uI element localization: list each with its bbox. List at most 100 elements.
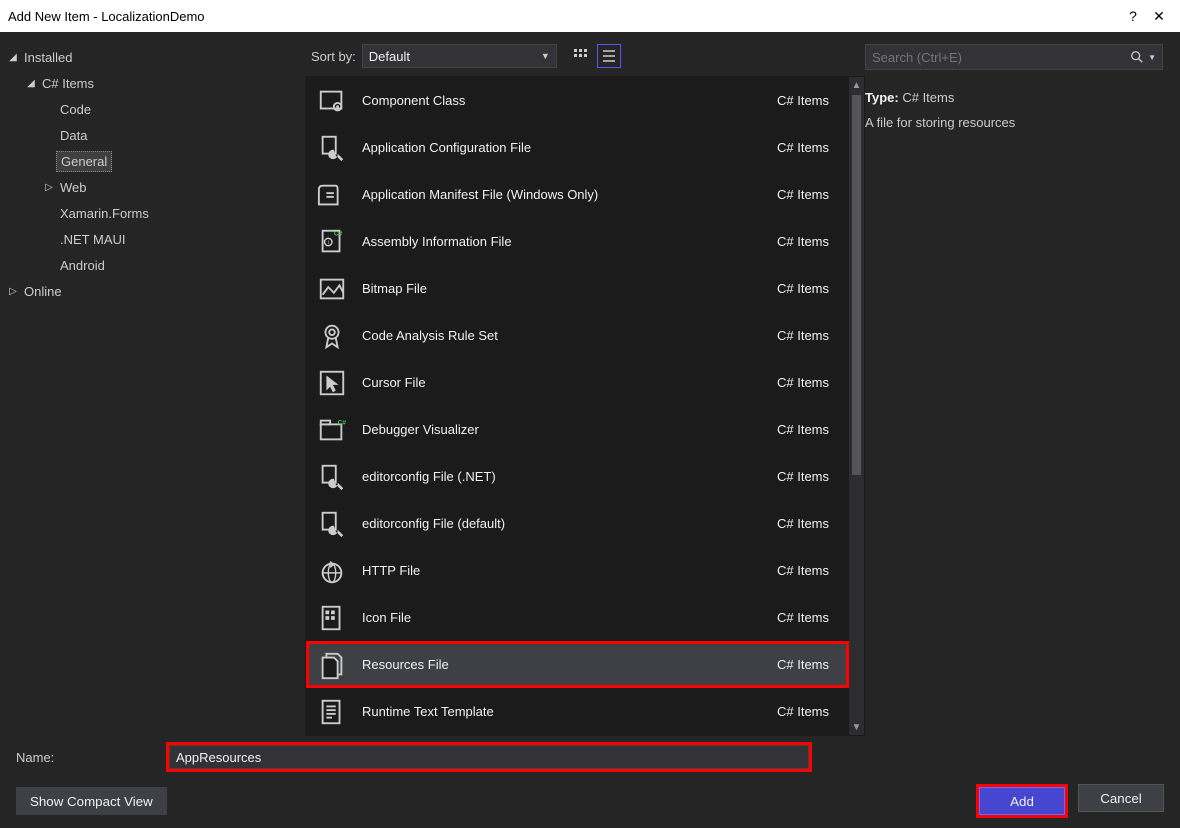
template-category: C# Items: [761, 610, 841, 625]
template-item[interactable]: editorconfig File (.NET) C# Items: [306, 453, 849, 500]
type-label: Type:: [865, 90, 899, 105]
template-name: Icon File: [362, 610, 749, 625]
template-item[interactable]: Cursor FileC# Items: [306, 359, 849, 406]
chevron-down-icon: ◢: [6, 52, 20, 63]
template-category: C# Items: [761, 469, 841, 484]
template-item[interactable]: Resources FileC# Items: [306, 641, 849, 688]
scroll-down-icon[interactable]: ▼: [849, 719, 864, 735]
template-item[interactable]: C# i Assembly Information File C# Items: [306, 218, 849, 265]
type-value: C# Items: [902, 90, 954, 105]
template-list[interactable]: Component Class C# Items Application Confi…: [306, 77, 849, 735]
template-item[interactable]: Runtime Text Template C# Items: [306, 688, 849, 735]
wrench-icon: [314, 506, 350, 542]
template-name: Bitmap File: [362, 281, 749, 296]
template-name: Assembly Information File: [362, 234, 749, 249]
template-item[interactable]: Application Configuration FileC# Items: [306, 124, 849, 171]
template-category: C# Items: [761, 328, 841, 343]
tree-item-label: C# Items: [38, 74, 98, 93]
template-item[interactable]: Bitmap File C# Items: [306, 265, 849, 312]
tree-item-label: Android: [56, 256, 109, 275]
scroll-up-icon[interactable]: ▲: [849, 77, 864, 93]
view-medium-icons-button[interactable]: [569, 44, 593, 68]
template-name: Cursor File: [362, 375, 749, 390]
tree-item-installed[interactable]: ◢Installed: [6, 44, 299, 70]
name-input[interactable]: [169, 745, 809, 769]
add-button[interactable]: Add: [979, 787, 1065, 815]
view-list-button[interactable]: [597, 44, 621, 68]
search-box[interactable]: ▼: [865, 44, 1163, 70]
template-toolbar: Sort by: Default ▼: [305, 32, 865, 76]
wrench-icon: [314, 130, 350, 166]
text-doc-icon: [314, 694, 350, 730]
tree-item-label: Web: [56, 178, 91, 197]
template-item[interactable]: C# Debugger Visualizer C# Items: [306, 406, 849, 453]
template-item[interactable]: Code Analysis Rule Set C# Items: [306, 312, 849, 359]
tree-item-code[interactable]: Code: [6, 96, 299, 122]
ribbon-icon: [314, 318, 350, 354]
search-icon[interactable]: [1130, 50, 1144, 64]
search-input[interactable]: [872, 50, 1130, 65]
close-button[interactable]: ✕: [1146, 8, 1172, 25]
category-tree: ◢Installed◢C# ItemsCodeDataGeneral▷WebXa…: [0, 32, 305, 732]
tree-item-xamarin-forms[interactable]: Xamarin.Forms: [6, 200, 299, 226]
cancel-button[interactable]: Cancel: [1078, 784, 1164, 812]
window-title: Add New Item - LocalizationDemo: [8, 9, 1120, 24]
template-category: C# Items: [761, 93, 841, 108]
template-name: Application Manifest File (Windows Only): [362, 187, 749, 202]
template-category: C# Items: [761, 704, 841, 719]
bottom-bar: Name: Show Compact View Add Cancel: [0, 732, 1180, 828]
tree-item-c-items[interactable]: ◢C# Items: [6, 70, 299, 96]
template-center: Sort by: Default ▼ Component Class C# Ite…: [305, 32, 865, 732]
sortby-label: Sort by:: [311, 49, 356, 64]
tree-item-label: Code: [56, 100, 95, 119]
template-name: Code Analysis Rule Set: [362, 328, 749, 343]
chevron-down-icon: ▼: [541, 51, 550, 61]
tree-item--net-maui[interactable]: .NET MAUI: [6, 226, 299, 252]
template-name: HTTP File: [362, 563, 749, 578]
sort-select[interactable]: Default ▼: [362, 44, 557, 68]
pages-icon: [314, 647, 350, 683]
tree-item-label: .NET MAUI: [56, 230, 130, 249]
details-pane: ▼ Type: C# Items A file for storing reso…: [865, 32, 1180, 732]
template-name: Runtime Text Template: [362, 704, 749, 719]
template-description: A file for storing resources: [865, 115, 1180, 130]
template-item[interactable]: HTTP FileC# Items: [306, 547, 849, 594]
scrollbar[interactable]: ▲ ▼: [849, 77, 864, 735]
template-item[interactable]: editorconfig File (default) C# Items: [306, 500, 849, 547]
tree-item-general[interactable]: General: [6, 148, 299, 174]
template-item[interactable]: Icon File C# Items: [306, 594, 849, 641]
template-name: editorconfig File (default): [362, 516, 749, 531]
template-category: C# Items: [761, 234, 841, 249]
tree-item-label: Data: [56, 126, 91, 145]
add-button-highlight: Add: [976, 784, 1068, 818]
template-category: C# Items: [761, 281, 841, 296]
template-category: C# Items: [761, 516, 841, 531]
help-button[interactable]: ?: [1120, 8, 1146, 24]
globe-icon: [314, 553, 350, 589]
tree-item-web[interactable]: ▷Web: [6, 174, 299, 200]
svg-text:i: i: [328, 239, 329, 245]
tree-item-label: General: [56, 151, 112, 172]
template-name: Debugger Visualizer: [362, 422, 749, 437]
template-item[interactable]: Component Class C# Items: [306, 77, 849, 124]
tree-item-online[interactable]: ▷Online: [6, 278, 299, 304]
info-icon: C# i: [314, 224, 350, 260]
tree-item-label: Installed: [20, 48, 76, 67]
tree-item-data[interactable]: Data: [6, 122, 299, 148]
search-dropdown-icon[interactable]: ▼: [1148, 53, 1156, 62]
template-name: editorconfig File (.NET): [362, 469, 749, 484]
template-category: C# Items: [761, 187, 841, 202]
scroll-thumb[interactable]: [852, 95, 861, 475]
compact-view-button[interactable]: Show Compact View: [16, 787, 167, 815]
template-category: C# Items: [761, 422, 841, 437]
template-name: Component Class: [362, 93, 749, 108]
name-label: Name:: [16, 750, 166, 765]
template-item[interactable]: Application Manifest File (Windows Only)…: [306, 171, 849, 218]
tree-item-label: Xamarin.Forms: [56, 204, 153, 223]
tree-item-android[interactable]: Android: [6, 252, 299, 278]
svg-text:C#: C#: [334, 230, 343, 237]
wrench-icon: [314, 459, 350, 495]
component-icon: [314, 83, 350, 119]
folder-cs-icon: C#: [314, 412, 350, 448]
image-icon: [314, 271, 350, 307]
